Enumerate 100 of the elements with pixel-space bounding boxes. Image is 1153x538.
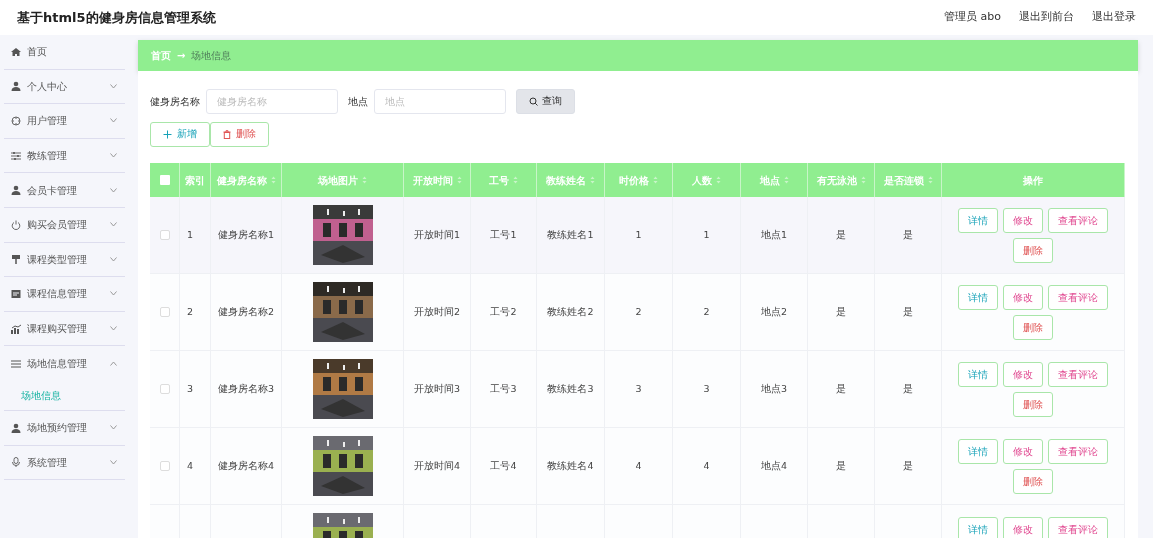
sort-icon [270, 176, 276, 184]
comments-button[interactable]: 查看评论 [1048, 517, 1108, 538]
details-button[interactable]: 详情 [958, 361, 998, 387]
table-cell-text: 2 [187, 304, 194, 319]
sort-icon [716, 176, 721, 184]
table-cell-text: 3 [635, 381, 642, 396]
row-checkbox[interactable] [159, 307, 170, 317]
details-button[interactable]: 详情 [958, 438, 998, 464]
table-cell-text: 1 [187, 227, 194, 242]
breadcrumb-current: 场地信息 [191, 49, 232, 63]
comments-button[interactable]: 查看评论 [1048, 284, 1108, 310]
table-cell-text: 1 [635, 227, 642, 242]
home-icon [11, 46, 21, 57]
header-link[interactable]: 退出到前台 [1019, 9, 1074, 26]
table-cell-text: 教练姓名3 [547, 381, 594, 396]
sort-icon [362, 176, 367, 184]
details-button[interactable]: 详情 [958, 284, 998, 310]
table-cell-text: 开放时间3 [413, 381, 460, 396]
delete-button[interactable]: 删除 [1013, 391, 1053, 417]
table-cell-text: 4 [703, 458, 710, 473]
user-icon [11, 81, 21, 92]
sort-icon [927, 176, 933, 184]
edit-button[interactable]: 修改 [1003, 517, 1043, 538]
table-cell-text: 2 [635, 304, 642, 319]
row-checkbox[interactable] [159, 230, 170, 240]
table-cell-text: 地点2 [760, 304, 787, 319]
sidebar-item[interactable]: 场地信息管理 [4, 346, 125, 381]
circle-icon [11, 116, 21, 126]
delete-button[interactable]: 删除 [1013, 468, 1053, 494]
chevron-down-icon [110, 222, 117, 228]
comments-button[interactable]: 查看评论 [1048, 207, 1108, 233]
table-cell-text: 1 [703, 227, 710, 242]
table-cell-text: 是 [836, 381, 846, 396]
chevron-down-icon [110, 291, 117, 297]
table-cell-text: 地点1 [760, 227, 787, 242]
edit-button[interactable]: 修改 [1003, 207, 1043, 233]
comments-button[interactable]: 查看评论 [1048, 438, 1108, 464]
edit-button[interactable]: 修改 [1003, 361, 1043, 387]
table-cell-text: 工号1 [490, 227, 517, 242]
table-cell-text: 开放时间1 [413, 227, 460, 242]
select-all-checkbox[interactable] [159, 175, 170, 185]
field-label: 健身房名称 [150, 95, 200, 109]
microphone-icon [11, 457, 21, 468]
column-header: 人数 [692, 173, 712, 188]
sort-icon [513, 176, 518, 184]
user-icon [11, 422, 21, 433]
table-cell-text: 健身房名称3 [217, 381, 274, 396]
edit-button[interactable]: 修改 [1003, 284, 1043, 310]
column-header: 索引 [185, 173, 205, 188]
table-cell-text: 工号2 [490, 304, 517, 319]
breadcrumb-separator: → [177, 49, 186, 63]
search-icon [529, 97, 538, 106]
sort-icon [456, 176, 462, 184]
column-header: 地点 [759, 173, 780, 188]
column-header: 开放时间 [412, 173, 453, 188]
table-cell-text: 健身房名称1 [217, 227, 274, 242]
chevron-down-icon [110, 187, 117, 193]
sort-icon [653, 176, 658, 184]
delete-button[interactable]: 删除 [210, 122, 269, 147]
edit-button[interactable]: 修改 [1003, 438, 1043, 464]
column-header: 工号 [489, 173, 509, 188]
row-checkbox[interactable] [159, 461, 170, 471]
table-cell-text: 教练姓名2 [547, 304, 594, 319]
table-cell-text: 教练姓名1 [547, 227, 594, 242]
search-field[interactable]: 健身房名称 [206, 89, 338, 114]
details-button[interactable]: 详情 [958, 517, 998, 538]
search-field[interactable]: 地点 [374, 89, 506, 114]
table-cell-text: 是 [836, 227, 846, 242]
chevron-up-icon [110, 361, 117, 367]
chart-icon [11, 323, 21, 334]
comments-button[interactable]: 查看评论 [1048, 361, 1108, 387]
table-cell-text: 是 [903, 227, 913, 242]
details-button[interactable]: 详情 [958, 207, 998, 233]
table-cell-text: 开放时间2 [413, 304, 460, 319]
sliders-icon [11, 150, 21, 161]
app-title: 基于html5的健身房信息管理系统 [17, 8, 216, 27]
user-icon [11, 185, 21, 196]
table-cell-text: 是 [903, 381, 913, 396]
row-checkbox[interactable] [159, 384, 170, 394]
delete-button[interactable]: 删除 [1013, 237, 1053, 263]
header-link[interactable]: 管理员 abo [944, 9, 1001, 26]
sign-icon [11, 254, 21, 265]
table-cell-text: 工号3 [490, 381, 517, 396]
column-header: 是否连锁 [883, 173, 924, 188]
delete-button[interactable]: 删除 [1013, 314, 1053, 340]
table-cell-text: 2 [703, 304, 710, 319]
sort-icon [860, 176, 866, 184]
column-header: 时价格 [619, 173, 649, 188]
column-header: 教练姓名 [546, 173, 586, 188]
field-label: 地点 [348, 95, 368, 109]
table-cell-text: 4 [187, 458, 194, 473]
table-cell-text: 教练姓名4 [547, 458, 594, 473]
column-header: 有无泳池 [816, 173, 857, 188]
search-button[interactable]: 查询 [516, 89, 575, 114]
chevron-down-icon [110, 256, 117, 262]
header-link[interactable]: 退出登录 [1092, 9, 1136, 26]
add-button[interactable]: 新增 [150, 122, 210, 147]
table-cell-text: 是 [903, 304, 913, 319]
card-icon [11, 288, 21, 299]
chevron-down-icon [110, 153, 117, 159]
